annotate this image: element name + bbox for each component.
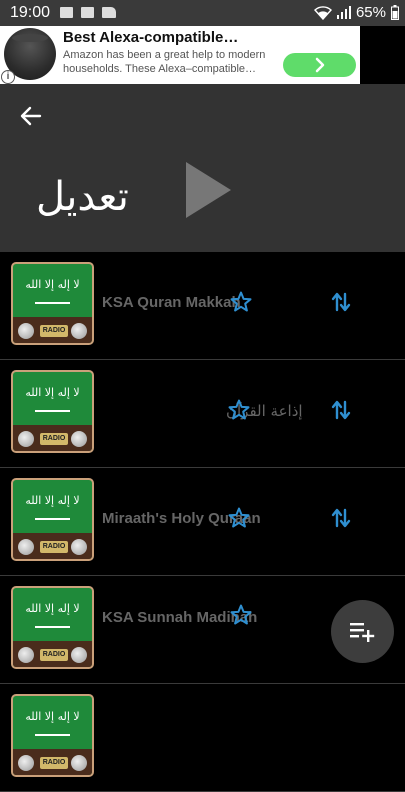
favorite-star-icon[interactable] [227, 506, 251, 530]
reorder-icon[interactable] [330, 506, 352, 530]
status-time: 19:00 [10, 4, 51, 21]
ad-body: Amazon has been a great help to modern h… [63, 48, 279, 76]
battery-icon [391, 5, 399, 20]
battery-percent: 65% [355, 4, 386, 21]
favorite-star-icon[interactable] [227, 398, 251, 422]
favorite-star-icon[interactable] [229, 603, 253, 627]
radio-knob-icon [71, 755, 87, 771]
radio-label: RADIO [40, 649, 68, 661]
station-thumbnail: لا إله إلا الله RADIO [11, 586, 94, 669]
radio-knob-icon [18, 323, 34, 339]
ad-body-line: Amazon has been a great help to modern [63, 49, 266, 61]
back-arrow-icon[interactable] [14, 99, 48, 133]
notification-icon [81, 7, 94, 18]
wifi-icon [313, 5, 332, 20]
flag-calligraphy: لا إله إلا الله [25, 710, 80, 723]
flag-calligraphy: لا إله إلا الله [25, 386, 80, 399]
station-thumbnail: لا إله إلا الله RADIO [11, 370, 94, 453]
status-right: 65% [313, 4, 399, 21]
radio-knob-icon [18, 647, 34, 663]
flag-sword [35, 410, 70, 412]
ad-body-line: households. These Alexa–compatible… [63, 63, 257, 75]
radio-knob-icon [71, 431, 87, 447]
radio-knob-icon [18, 431, 34, 447]
radio-knob-icon [18, 539, 34, 555]
signal-icon [336, 6, 351, 19]
reorder-icon[interactable] [330, 290, 352, 314]
page-title: تعديل [36, 174, 129, 220]
flag-sword [35, 518, 70, 520]
app-header: تعديل [0, 84, 405, 252]
status-bar: 19:00 65% [0, 0, 405, 26]
radio-label: RADIO [40, 325, 68, 337]
gallery-icon [60, 7, 73, 18]
radio-label: RADIO [40, 541, 68, 553]
folder-icon [102, 7, 116, 18]
station-title: KSA Quran Makkah [102, 294, 241, 311]
ad-banner[interactable]: i Best Alexa-compatible… Amazon has been… [0, 26, 360, 84]
flag-calligraphy: لا إله إلا الله [25, 602, 80, 615]
chevron-right-icon [315, 57, 324, 73]
station-row[interactable]: لا إله إلا الله RADIO إذاعة القرآن [0, 360, 405, 468]
station-row[interactable]: لا إله إلا الله RADIO [0, 684, 405, 792]
play-button[interactable] [186, 162, 231, 218]
flag-sword [35, 302, 70, 304]
ad-info-icon[interactable]: i [1, 70, 15, 84]
reorder-icon[interactable] [330, 398, 352, 422]
flag-sword [35, 626, 70, 628]
radio-label: RADIO [40, 757, 68, 769]
radio-knob-icon [71, 323, 87, 339]
station-row[interactable]: لا إله إلا الله RADIO Miraath's Holy Quraa… [0, 468, 405, 576]
flag-calligraphy: لا إله إلا الله [25, 494, 80, 507]
station-thumbnail: لا إله إلا الله RADIO [11, 478, 94, 561]
flag-sword [35, 734, 70, 736]
playlist-add-icon [349, 622, 374, 642]
station-row[interactable]: لا إله إلا الله RADIO KSA Quran Makkah [0, 252, 405, 360]
radio-knob-icon [71, 647, 87, 663]
add-to-playlist-button[interactable] [331, 600, 394, 663]
radio-knob-icon [71, 539, 87, 555]
flag-calligraphy: لا إله إلا الله [25, 278, 80, 291]
station-thumbnail: لا إله إلا الله RADIO [11, 262, 94, 345]
ad-title: Best Alexa-compatible… [63, 29, 239, 46]
radio-knob-icon [18, 755, 34, 771]
favorite-star-icon[interactable] [229, 290, 253, 314]
station-thumbnail: لا إله إلا الله RADIO [11, 694, 94, 777]
ad-cta-button[interactable] [283, 53, 356, 77]
radio-label: RADIO [40, 433, 68, 445]
